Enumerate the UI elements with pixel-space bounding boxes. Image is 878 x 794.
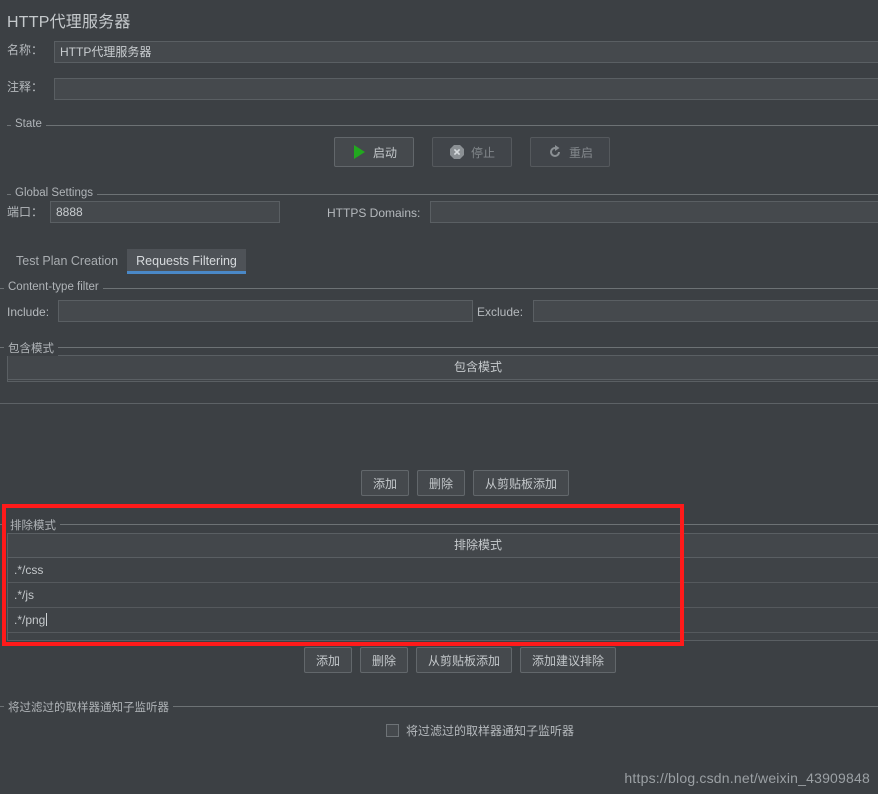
include-input[interactable] [58,300,473,322]
include-patterns-table[interactable]: 包含模式 [7,355,878,382]
port-label: 端口： [7,205,44,219]
notify-listeners-group: 将过滤过的取样器通知子监听器 [0,699,878,715]
table-row[interactable]: .*/css [8,558,878,583]
name-input[interactable] [54,41,878,63]
state-group-separator [7,125,878,126]
exclude-add-from-clipboard-button[interactable]: 从剪贴板添加 [416,647,513,673]
state-group: State [7,118,878,130]
global-settings-group: Global Settings [7,187,878,199]
https-domains-input[interactable] [430,201,878,223]
include-add-button[interactable]: 添加 [361,470,410,496]
content-type-filter-separator [0,288,878,289]
notify-listeners-checkbox[interactable] [386,724,399,737]
port-input[interactable] [50,201,280,223]
restart-button-label: 重启 [569,145,594,160]
include-label: Include: [7,305,50,319]
exclude-patterns-group-title: 排除模式 [6,517,60,533]
exclude-pattern-value: .*/css [14,563,44,577]
restart-icon [547,144,563,160]
comment-label: 注释： [7,80,44,94]
include-patterns-separator [0,347,878,348]
include-patterns-group-title: 包含模式 [4,340,58,356]
text-cursor [46,613,48,626]
exclude-input[interactable] [533,300,878,322]
content-type-filter-group-title: Content-type filter [4,281,103,293]
include-row: Include: [7,305,49,319]
exclude-patterns-group: 排除模式 [0,517,878,533]
notify-listeners-group-title: 将过滤过的取样器通知子监听器 [4,699,173,715]
state-buttons: 启动 停止 重启 [334,137,611,167]
restart-button[interactable]: 重启 [530,137,611,167]
include-delete-button[interactable]: 删除 [417,470,466,496]
watermark: https://blog.csdn.net/weixin_43909848 [624,770,870,786]
exclude-delete-button[interactable]: 删除 [360,647,409,673]
stop-icon [449,144,465,160]
name-row: 名称： [7,41,55,58]
tab-requests-filtering-label: Requests Filtering [136,254,237,268]
exclude-pattern-value: .*/js [14,588,35,602]
include-delete-button-label: 删除 [429,476,454,491]
include-patterns-bottom-divider [0,403,878,404]
name-label: 名称： [7,43,44,57]
exclude-add-button[interactable]: 添加 [304,647,353,673]
global-settings-separator [7,194,878,195]
start-button[interactable]: 启动 [334,137,415,167]
notify-listeners-checkbox-label: 将过滤过的取样器通知子监听器 [406,724,575,738]
include-add-button-label: 添加 [373,476,398,491]
tab-test-plan-creation-label: Test Plan Creation [16,254,119,268]
https-domains-row: HTTPS Domains: [327,206,420,220]
notify-listeners-checkbox-row[interactable]: 将过滤过的取样器通知子监听器 [386,722,574,739]
exclude-delete-button-label: 删除 [372,653,397,668]
comment-input[interactable] [54,78,878,100]
exclude-patterns-separator [0,524,878,525]
table-row[interactable]: .*/png [8,608,878,633]
include-add-from-clipboard-button[interactable]: 从剪贴板添加 [473,470,570,496]
exclude-pattern-value: .*/png [14,613,46,627]
page-title: HTTP代理服务器 [7,14,131,31]
exclude-patterns-column-header[interactable]: 排除模式 [8,534,878,558]
state-group-title: State [11,118,46,130]
include-patterns-group: 包含模式 [0,340,878,356]
tab-requests-filtering[interactable]: Requests Filtering [127,249,246,274]
content-type-filter-group: Content-type filter [0,281,878,293]
exclude-patterns-table[interactable]: 排除模式 .*/css .*/js .*/png [7,533,878,641]
exclude-add-suggested-button-label: 添加建议排除 [532,653,605,668]
http-proxy-server-panel: HTTP代理服务器 名称： 注释： State 启动 停止 [0,0,878,794]
include-add-from-clipboard-button-label: 从剪贴板添加 [485,476,558,491]
global-settings-group-title: Global Settings [11,187,97,199]
table-row[interactable]: .*/js [8,583,878,608]
play-icon [351,144,367,160]
exclude-add-suggested-button[interactable]: 添加建议排除 [520,647,617,673]
exclude-patterns-buttons: 添加 删除 从剪贴板添加 添加建议排除 [304,647,617,673]
port-row: 端口： [7,203,43,220]
include-patterns-column-header[interactable]: 包含模式 [8,356,878,380]
exclude-label: Exclude: [477,305,524,319]
exclude-add-button-label: 添加 [316,653,341,668]
comment-row: 注释： [7,78,55,95]
start-button-label: 启动 [373,145,398,160]
stop-button-label: 停止 [471,145,496,160]
https-domains-label: HTTPS Domains: [327,206,421,220]
exclude-row: Exclude: [477,305,523,319]
tab-test-plan-creation[interactable]: Test Plan Creation [7,249,127,274]
include-patterns-buttons: 添加 删除 从剪贴板添加 [361,470,570,496]
stop-button[interactable]: 停止 [432,137,513,167]
exclude-add-from-clipboard-button-label: 从剪贴板添加 [428,653,501,668]
tab-bar: Test Plan Creation Requests Filtering [7,246,246,274]
